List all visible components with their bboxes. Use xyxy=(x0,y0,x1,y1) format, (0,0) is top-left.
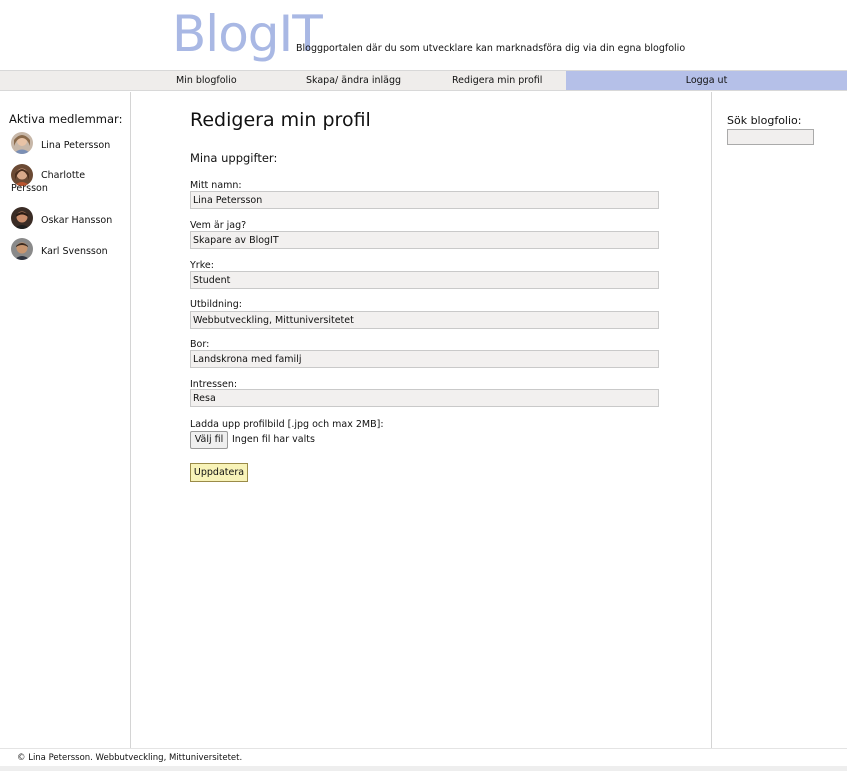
avatar xyxy=(11,207,33,229)
avatar xyxy=(11,132,33,154)
site-tagline: Bloggportalen där du som utvecklare kan … xyxy=(296,43,686,54)
interests-field[interactable] xyxy=(190,389,659,407)
main-nav: Min blogfolio Skapa/ ändra inlägg Redige… xyxy=(0,70,847,91)
site-logo[interactable]: BlogIT xyxy=(172,2,323,66)
member-item[interactable]: Charlotte Persson xyxy=(11,164,121,200)
choose-file-button[interactable]: Välj fil xyxy=(190,431,228,449)
member-item[interactable]: Karl Svensson xyxy=(11,238,121,264)
education-label: Utbildning: xyxy=(190,299,242,310)
about-field[interactable] xyxy=(190,231,659,249)
nav-item-redigera-profil[interactable]: Redigera min profil xyxy=(452,71,542,90)
nav-item-skapa-andra-inlagg[interactable]: Skapa/ ändra inlägg xyxy=(306,71,401,90)
search-input[interactable] xyxy=(727,129,814,145)
search-sidebar: Sök blogfolio: xyxy=(711,92,847,748)
members-sidebar: Aktiva medlemmar: Lina Petersson Charlot… xyxy=(0,92,131,748)
member-item[interactable]: Oskar Hansson xyxy=(11,207,121,233)
site-footer: © Lina Petersson. Webbutveckling, Mittun… xyxy=(0,748,847,766)
name-field[interactable] xyxy=(190,191,659,209)
footer-text: © Lina Petersson. Webbutveckling, Mittun… xyxy=(17,753,243,763)
site-header: BlogIT Bloggportalen där du som utveckla… xyxy=(0,0,847,70)
education-field[interactable] xyxy=(190,311,659,329)
occupation-label: Yrke: xyxy=(190,260,214,271)
avatar xyxy=(11,238,33,260)
section-title: Mina uppgifter: xyxy=(190,151,278,165)
member-name: Karl Svensson xyxy=(41,246,108,257)
member-item[interactable]: Lina Petersson xyxy=(11,132,121,158)
occupation-field[interactable] xyxy=(190,271,659,289)
residence-label: Bor: xyxy=(190,339,210,350)
upload-label: Ladda upp profilbild [.jpg och max 2MB]: xyxy=(190,419,384,430)
page-title: Redigera min profil xyxy=(190,109,371,131)
nav-item-min-blogfolio[interactable]: Min blogfolio xyxy=(176,71,237,90)
about-label: Vem är jag? xyxy=(190,220,247,231)
member-name: Lina Petersson xyxy=(41,140,111,151)
search-label: Sök blogfolio: xyxy=(727,114,802,127)
name-label: Mitt namn: xyxy=(190,180,242,191)
member-name: Oskar Hansson xyxy=(41,215,113,226)
main-content: Redigera min profil Mina uppgifter: Mitt… xyxy=(132,92,711,748)
residence-field[interactable] xyxy=(190,350,659,368)
logout-button[interactable]: Logga ut xyxy=(566,71,847,90)
member-name: Charlotte Persson xyxy=(11,170,86,194)
footer-strip xyxy=(0,766,847,771)
file-status: Ingen fil har valts xyxy=(232,434,315,445)
update-button[interactable]: Uppdatera xyxy=(190,463,248,482)
members-title: Aktiva medlemmar: xyxy=(9,112,123,126)
